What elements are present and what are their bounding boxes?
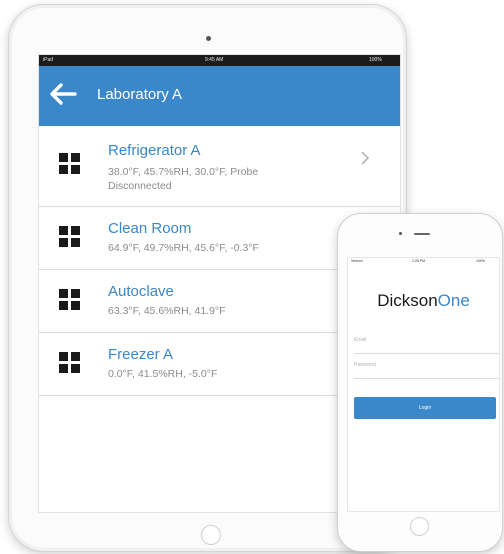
phone-home-button[interactable] [410, 517, 429, 536]
device-grid-icon [59, 352, 80, 373]
chevron-right-icon [361, 151, 370, 165]
tablet-status-time: 9:45 AM [205, 57, 224, 63]
device-readings: 63.3°F, 45.6%RH, 41.9°F [108, 305, 226, 317]
page-title: Laboratory A [97, 86, 183, 103]
phone-status-bar: Verizon 2:28 PM 100% [348, 258, 499, 264]
device-name: Refrigerator A [108, 142, 201, 159]
device-name: Autoclave [108, 283, 174, 300]
device-grid-icon [59, 153, 80, 174]
device-name: Clean Room [108, 220, 192, 237]
device-readings: 64.9°F, 49.7%RH, 45.6°F, -0.3°F [108, 242, 259, 254]
tablet-status-bar: iPad 9:45 AM 100% [39, 55, 400, 66]
back-arrow-icon[interactable] [48, 82, 78, 106]
phone-status-carrier: Verizon [351, 259, 363, 263]
device-readings: 0.0°F, 41.5%RH, -5.0°F [108, 368, 218, 380]
password-placeholder: Password [354, 362, 376, 368]
login-button[interactable]: Login [354, 397, 496, 419]
tablet-status-battery: 100% [369, 57, 382, 63]
password-field[interactable]: Password [354, 354, 499, 379]
phone-status-battery: 100% [476, 259, 485, 263]
email-placeholder: Email [354, 337, 367, 343]
device-readings: 38.0°F, 45.7%RH, 30.0°F, Probe Disconnec… [108, 166, 259, 192]
tablet-status-carrier: iPad [43, 57, 54, 63]
email-field[interactable]: Email [354, 329, 499, 354]
device-grid-icon [59, 289, 80, 310]
phone-screen: Verizon 2:28 PM 100% DicksonOne Email Pa… [347, 257, 500, 512]
device-grid-icon [59, 226, 80, 247]
dicksonone-logo: DicksonOne [348, 291, 499, 311]
tablet-home-button[interactable] [201, 525, 221, 545]
tablet-camera [206, 36, 211, 41]
tablet-header: Laboratory A [39, 66, 400, 126]
phone-speaker [414, 233, 430, 235]
phone-device: Verizon 2:28 PM 100% DicksonOne Email Pa… [337, 213, 503, 552]
device-name: Freezer A [108, 346, 174, 363]
logo-part-dickson: Dickson [377, 291, 438, 310]
phone-camera [399, 232, 402, 235]
device-row-refrigerator-a[interactable]: Refrigerator A 38.0°F, 45.7%RH, 30.0°F, … [39, 126, 400, 207]
phone-status-time: 2:28 PM [412, 259, 426, 263]
logo-part-one: One [437, 291, 470, 310]
